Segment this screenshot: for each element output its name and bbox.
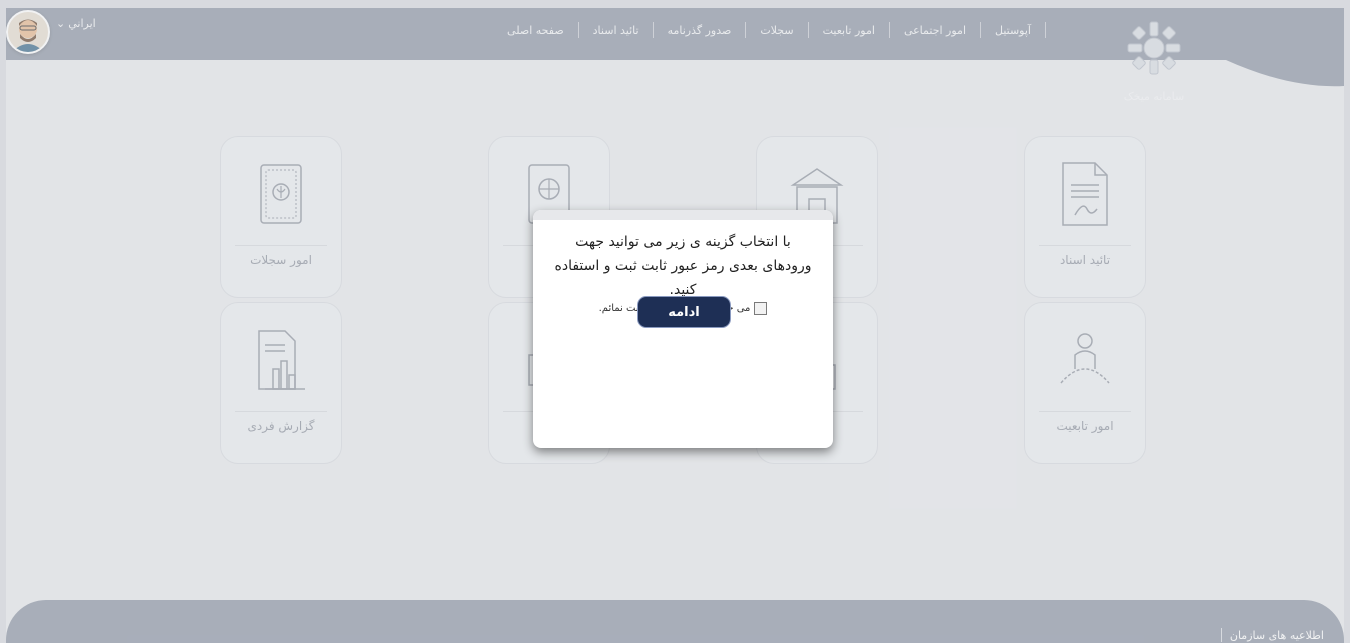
modal-message: با انتخاب گزینه ی زیر می توانید جهت ورود…: [554, 234, 812, 298]
modal-header: [533, 210, 833, 220]
password-modal: با انتخاب گزینه ی زیر می توانید جهت ورود…: [533, 210, 833, 448]
fixed-password-checkbox[interactable]: [754, 302, 768, 315]
continue-button[interactable]: ادامه: [637, 296, 731, 328]
